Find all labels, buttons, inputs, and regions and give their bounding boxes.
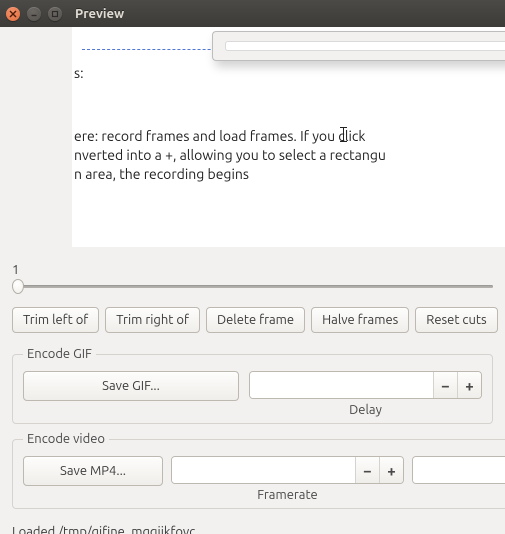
loop-input[interactable] <box>413 457 505 483</box>
status-bar: Loaded /tmp/gifine_mgqiikfovc <box>0 517 505 534</box>
framerate-field-wrap: − + Framerate <box>171 456 404 502</box>
frame-slider-row: 1 <box>0 257 505 299</box>
delay-decrement-button[interactable]: − <box>433 372 457 398</box>
save-mp4-button[interactable]: Save MP4... <box>23 456 163 486</box>
titlebar: Preview <box>0 0 505 27</box>
delay-spinbox: − + <box>249 371 482 399</box>
framerate-input[interactable] <box>172 457 355 483</box>
loop-field-wrap: − + Loop <box>412 456 505 502</box>
preview-frame: s: ere: record frames and load frames. I… <box>72 27 505 247</box>
encode-gif-legend: Encode GIF <box>23 347 96 361</box>
framerate-spinbox: − + <box>171 456 404 484</box>
encode-video-group: Encode video Save MP4... − + Framerate −… <box>12 432 505 509</box>
content: s: ere: record frames and load frames. I… <box>0 27 505 534</box>
edit-button-row: Trim left of Trim right of Delete frame … <box>0 299 505 343</box>
trim-left-button[interactable]: Trim left of <box>12 307 99 333</box>
delay-label: Delay <box>349 403 382 417</box>
minimize-icon[interactable] <box>27 7 41 21</box>
framerate-decrement-button[interactable]: − <box>355 457 379 483</box>
reset-cuts-button[interactable]: Reset cuts <box>415 307 497 333</box>
preview-area: s: ere: record frames and load frames. I… <box>0 27 505 257</box>
close-icon[interactable] <box>6 7 20 21</box>
halve-frames-button[interactable]: Halve frames <box>311 307 409 333</box>
framerate-label: Framerate <box>257 488 317 502</box>
delay-field-wrap: − + Delay <box>249 371 482 417</box>
encode-gif-group: Encode GIF Save GIF... − + Delay <box>12 347 493 424</box>
preview-text-fragment: s: <box>74 64 84 83</box>
frame-slider-value: 1 <box>12 263 493 277</box>
maximize-icon[interactable] <box>48 7 62 21</box>
framerate-increment-button[interactable]: + <box>379 457 403 483</box>
delete-frame-button[interactable]: Delete frame <box>206 307 305 333</box>
save-gif-button[interactable]: Save GIF... <box>23 371 239 401</box>
popup-fragment <box>212 31 505 61</box>
delay-input[interactable] <box>250 372 433 398</box>
window-title: Preview <box>75 7 124 21</box>
encode-video-legend: Encode video <box>23 432 109 446</box>
loop-spinbox: − + <box>412 456 505 484</box>
trim-right-button[interactable]: Trim right of <box>105 307 200 333</box>
delay-increment-button[interactable]: + <box>457 372 481 398</box>
slider-thumb[interactable] <box>12 279 24 294</box>
text-cursor-icon <box>340 127 347 142</box>
frame-slider[interactable] <box>12 279 493 295</box>
